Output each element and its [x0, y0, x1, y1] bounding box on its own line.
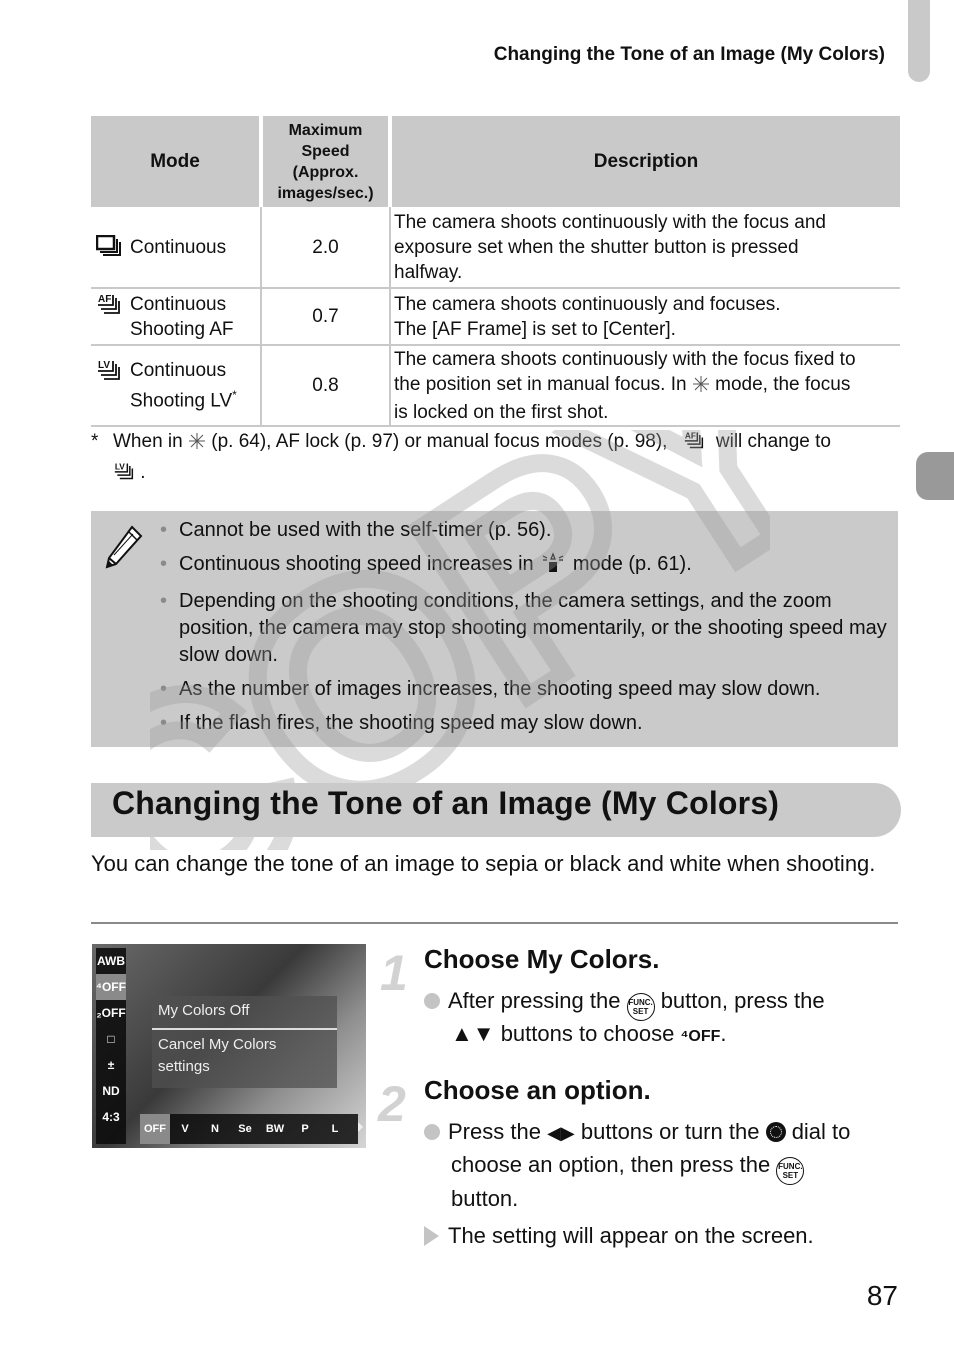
page-number: 87 — [866, 1280, 898, 1311]
column-header-description: Description — [390, 116, 900, 207]
fireworks-mode-icon — [188, 431, 206, 459]
menu-description: Cancel My Colors settings — [158, 1036, 277, 1075]
speed-value: 2.0 — [261, 207, 391, 289]
bullet-icon — [424, 1124, 440, 1140]
list-item: Continuous shooting speed increases in m… — [160, 551, 895, 581]
note-list: Cannot be used with the self-timer (p. 5… — [160, 517, 895, 744]
function-menu-strip: AWB ⁴OFF ₂OFF □ ± ND 4:3 — [96, 948, 126, 1144]
continuous-af-icon: AF — [683, 430, 705, 459]
menu-title: My Colors Off — [158, 1002, 250, 1019]
running-header-title: Changing the Tone of an Image (My Colors… — [493, 44, 885, 65]
continuous-lv-icon: LV — [113, 461, 135, 490]
footnote-mark: * — [232, 387, 237, 402]
mode-cell: LV Continuous Shooting LV* — [91, 345, 262, 427]
pencil-icon — [104, 524, 144, 575]
step-result: The setting will appear on the screen. — [424, 1219, 814, 1252]
divider — [91, 922, 898, 924]
high-speed-burst-mode-icon — [539, 551, 567, 581]
up-down-arrows-icon: ▲▼ — [451, 1021, 495, 1046]
step-instruction: Press the ◀▶ buttons or turn the dial to — [424, 1115, 850, 1150]
step-instruction: choose an option, then press the FUNC. SE… — [451, 1148, 805, 1185]
table-row: Continuous 2.0 The camera shoots continu… — [91, 207, 900, 289]
my-colors-off-icon: ⁴OFF — [680, 1028, 721, 1045]
list-item: Cannot be used with the self-timer (p. 5… — [160, 517, 895, 544]
left-right-arrows-icon: ◀▶ — [547, 1123, 575, 1143]
svg-text:LV: LV — [98, 360, 110, 371]
svg-text:LV: LV — [115, 461, 125, 471]
step-instruction: ▲▼ buttons to choose ⁴OFF. — [451, 1021, 727, 1046]
step-title: Choose My Colors. — [424, 944, 660, 974]
description-cell: The camera shoots continuously with the … — [390, 345, 900, 427]
control-dial-icon — [765, 1122, 786, 1142]
bullet-icon — [424, 993, 440, 1009]
step-number: 2 — [378, 1076, 406, 1132]
column-header-speed: Maximum Speed (Approx. images/sec.) — [261, 116, 392, 207]
chapter-tab-top — [908, 0, 930, 82]
list-item: If the flash fires, the shooting speed m… — [160, 710, 895, 737]
result-arrow-icon — [424, 1226, 439, 1246]
fireworks-mode-icon — [692, 375, 710, 400]
continuous-lv-icon: LV — [96, 358, 126, 382]
mode-cell: Continuous — [91, 207, 262, 289]
section-title: Changing the Tone of an Image (My Colors… — [112, 785, 780, 821]
continuous-shooting-icon — [96, 234, 126, 257]
column-header-mode: Mode — [91, 116, 263, 207]
description-cell: The camera shoots continuously and focus… — [390, 288, 900, 346]
step-instruction: After pressing the FUNC. SET button, pres… — [424, 984, 825, 1021]
speed-value: 0.7 — [261, 288, 391, 346]
continuous-af-icon: AF — [96, 292, 126, 316]
table-row: AF Continuous Shooting AF 0.7 The camera … — [91, 288, 900, 346]
mode-cell: AF Continuous Shooting AF — [91, 288, 262, 346]
list-item: As the number of images increases, the s… — [160, 676, 895, 703]
func-set-button-icon: FUNC. SET — [776, 1157, 805, 1185]
camera-screen-illustration: AWB ⁴OFF ₂OFF □ ± ND 4:3 My Colors Off C… — [92, 944, 366, 1148]
table-row: LV Continuous Shooting LV* 0.8 The camera… — [91, 345, 900, 427]
description-cell: The camera shoots continuously with the … — [390, 207, 900, 289]
speed-value: 0.8 — [261, 345, 391, 427]
svg-text:AF: AF — [685, 430, 696, 440]
step-instruction: button. — [451, 1186, 519, 1211]
section-intro: You can change the tone of an image to s… — [91, 851, 876, 876]
step-title: Choose an option. — [424, 1075, 651, 1105]
svg-text:AF: AF — [98, 294, 111, 305]
continuous-mode-table: Mode Maximum Speed (Approx. images/sec.)… — [91, 116, 900, 427]
step-number: 1 — [380, 945, 408, 1001]
chapter-tab-side — [916, 452, 954, 500]
table-footnote: * When in (p. 64), AF lock (p. 97) or man… — [91, 428, 911, 490]
right-arrow-icon — [358, 1122, 363, 1132]
list-item: Depending on the shooting conditions, th… — [160, 588, 895, 669]
my-colors-options-strip: OFF V N Se BW P L — [140, 1114, 358, 1144]
